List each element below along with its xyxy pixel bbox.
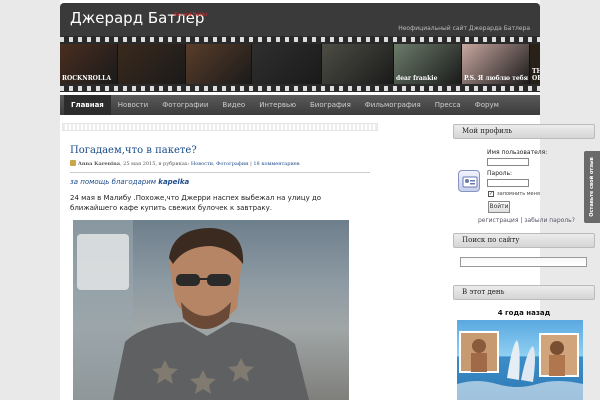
main-navigation: Главная Новости Фотографии Видео Интервью Био… [60,95,540,115]
login-links: регистрация | забыли пароль? [478,217,575,224]
forgot-password-link[interactable]: забыли пароль? [524,217,575,224]
nav-item[interactable]: Пресса [428,95,468,115]
post-author: Anna Karenina [78,161,120,167]
filmstrip-frame: ROCKNROLLA [60,44,118,84]
onthisday-label: 4 года назад [497,309,551,317]
nav-item[interactable]: Биография [303,95,358,115]
post-body: 24 мая в Малибу .Похоже,что Джерри наспе… [70,194,322,212]
filmstrip-frame [118,44,186,84]
filmstrip-frame-label: THE PHANTOM OF THE OPERA [532,68,540,82]
post-date: , 25 мая 2015, в рубриках: [119,161,190,167]
onthisday-image[interactable] [457,320,583,400]
content-top-bar [62,123,378,131]
thanks-prefix: за помощь благодарим [70,178,157,186]
nav-item[interactable]: Фильмография [358,95,428,115]
nav-item[interactable]: Форум [468,95,506,115]
filmstrip-frame [252,44,322,84]
feedback-tab-label: Оставьте свой отзыв [589,157,595,217]
filmstrip-frame-label: P.S. Я люблю тебя [464,75,529,82]
nav-item[interactable]: Фотографии [155,95,215,115]
filmstrip-sprockets-top [60,37,540,42]
password-label: Пароль: [487,170,513,177]
thanks-name-link[interactable]: kapelka [158,178,189,186]
filmstrip-frame-label: ROCKNROLLA [62,75,111,82]
filmstrip-frame [186,44,252,84]
author-icon [70,160,76,166]
site-tagline: Неофициальный сайт Джерарда Батлера [398,25,530,32]
post-title[interactable]: Погадаем,что в пакете? [70,145,375,156]
post-comments-link[interactable]: 18 комментариев [253,161,299,167]
title-badge: Gerard Butler [174,12,208,18]
post-meta: Anna Karenina, 25 мая 2015, в рубриках: … [70,160,375,167]
nav-item[interactable]: Видео [215,95,252,115]
post-thanks: за помощь благодарим kapelka [70,178,189,186]
username-label: Имя пользователя: [487,149,548,156]
filmstrip-frame: dear frankie [394,44,462,84]
post-photo[interactable] [73,220,349,400]
filmstrip-frame-label: dear frankie [396,75,438,82]
profile-widget-heading: Мой профиль [453,124,595,139]
header-filmstrip: ROCKNROLLA dear frankie P.S. Я люблю тебя T… [60,36,540,92]
onthisday-widget-heading: В этот день [453,285,595,300]
feedback-tab[interactable]: Оставьте свой отзыв [584,151,600,223]
filmstrip-frame [322,44,394,84]
sidebar: Мой профиль Имя пользователя: Пароль: ✓ … [453,124,595,400]
post: Погадаем,что в пакете? Anna Karenina, 25… [70,145,375,212]
links-separator: | [520,217,523,224]
remember-me-checkbox[interactable]: ✓ [488,191,494,197]
meta-divider [70,172,370,173]
search-input[interactable] [460,257,587,267]
post-categories-link[interactable]: Новости, Фотографии [191,161,249,167]
username-input[interactable] [487,158,529,166]
filmstrip-frames: ROCKNROLLA dear frankie P.S. Я люблю тебя T… [60,44,540,84]
filmstrip-frame: THE PHANTOM OF THE OPERA [530,44,540,84]
search-widget-heading: Поиск по сайту [453,233,595,248]
login-button[interactable]: Войти [488,201,510,213]
filmstrip-frame: P.S. Я люблю тебя [462,44,530,84]
nav-item[interactable]: Главная [64,95,111,115]
remember-me-label: запомнить меня [497,191,540,197]
password-input[interactable] [487,179,529,187]
register-link[interactable]: регистрация [478,217,518,224]
nav-item[interactable]: Новости [111,95,155,115]
filmstrip-sprockets-bottom [60,86,540,91]
nav-item[interactable]: Интервью [252,95,303,115]
user-card-icon [458,170,480,192]
